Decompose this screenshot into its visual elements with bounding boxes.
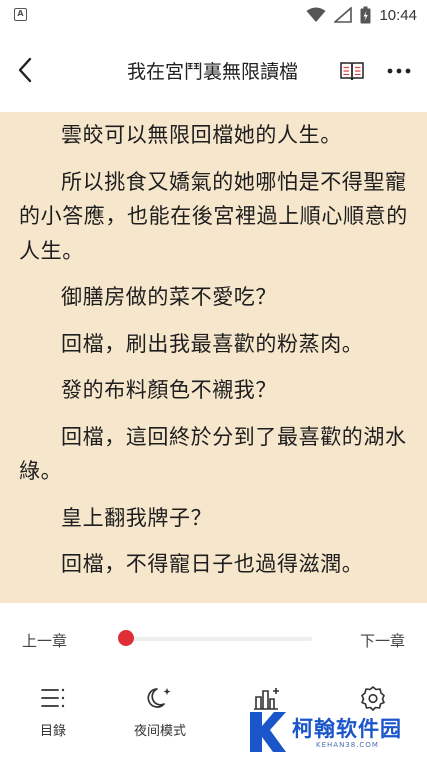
status-time: 10:44 xyxy=(379,6,417,24)
progress-track[interactable] xyxy=(120,637,312,641)
night-mode-button[interactable]: 夜间模式 xyxy=(115,683,205,753)
next-chapter-button[interactable]: 下一章 xyxy=(360,630,405,651)
signal-icon xyxy=(334,7,353,23)
watermark-text: 柯翰软件园 xyxy=(292,717,402,741)
night-mode-label: 夜间模式 xyxy=(133,724,186,739)
paragraph: 所以挑食又嬌氣的她哪怕是不得聖寵的小答應，也能在後宮裡過上順心順意的人生。 xyxy=(19,169,408,263)
moon-icon xyxy=(147,688,171,708)
paragraph: 御膳房做的菜不愛吃？ xyxy=(61,285,277,309)
book-info-button[interactable] xyxy=(337,56,367,86)
wifi-icon xyxy=(306,7,326,22)
chapter-progress-bar: 上一章 下一章 xyxy=(0,603,427,675)
book-icon xyxy=(340,62,364,81)
status-icons: 10:44 xyxy=(306,5,417,25)
more-button[interactable] xyxy=(384,56,414,86)
watermark-logo-icon xyxy=(250,712,286,752)
toc-button[interactable]: 目錄 xyxy=(8,683,98,753)
progress-slider-thumb[interactable] xyxy=(117,630,134,646)
book-title: 我在宮鬥裏無限讀檔 xyxy=(126,61,298,83)
more-dots-icon xyxy=(387,68,411,74)
status-bar: A 10:44 xyxy=(0,0,427,30)
back-button[interactable] xyxy=(10,52,40,88)
brightness-icon xyxy=(254,688,279,710)
paragraph: 回檔，不得寵日子也過得滋潤。 xyxy=(61,552,364,576)
prev-chapter-button[interactable]: 上一章 xyxy=(22,630,67,651)
app-notification-icon: A xyxy=(14,8,27,21)
settings-icon xyxy=(361,686,385,711)
toc-label: 目錄 xyxy=(39,724,66,739)
paragraph: 發的布料顏色不襯我？ xyxy=(61,378,277,402)
paragraph: 皇上翻我牌子？ xyxy=(61,505,213,530)
chevron-left-icon xyxy=(18,57,32,83)
menu-list-icon xyxy=(41,688,65,708)
battery-icon xyxy=(360,6,371,24)
reading-content[interactable]: 雲皎可以無限回檔她的人生。 所以挑食又嬌氣的她哪怕是不得聖寵的小答應，也能在後宮… xyxy=(0,112,427,603)
watermark-subtext: KEHAN38.COM xyxy=(316,741,379,749)
paragraph: 回檔，這回終於分到了最喜歡的湖水綠。 xyxy=(19,424,407,484)
paragraph: 回檔，刷出我最喜歡的粉蒸肉。 xyxy=(61,331,364,356)
reader-header: 我在宮鬥裏無限讀檔 xyxy=(0,30,427,112)
paragraph: 雲皎可以無限回檔她的人生。 xyxy=(61,123,342,147)
watermark: 柯翰软件园 KEHAN38.COM xyxy=(246,710,416,755)
